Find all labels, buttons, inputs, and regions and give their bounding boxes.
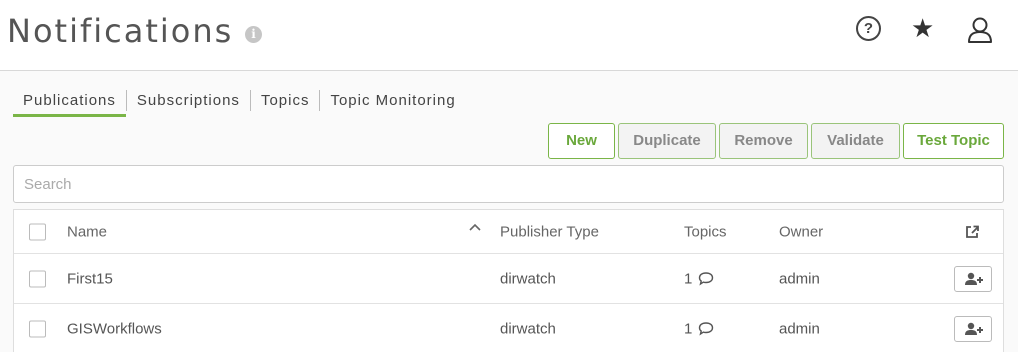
sort-ascending-icon[interactable] <box>469 222 481 234</box>
row-owner: admin <box>779 270 820 287</box>
validate-button[interactable]: Validate <box>811 123 900 159</box>
tab-topics[interactable]: Topics <box>249 90 320 111</box>
column-header-topics[interactable]: Topics <box>684 223 727 240</box>
table-row[interactable]: GISWorkflows dirwatch 1 admin <box>14 304 1003 352</box>
test-topic-button[interactable]: Test Topic <box>903 123 1004 159</box>
row-topics: 1 <box>684 270 714 287</box>
tab-bar: Publications Subscriptions Topics Topic … <box>13 90 466 117</box>
assign-user-button[interactable] <box>954 265 992 292</box>
assign-user-button[interactable] <box>954 315 992 342</box>
add-user-icon <box>965 322 983 335</box>
row-owner: admin <box>779 320 820 337</box>
row-topics-count: 1 <box>684 270 693 287</box>
info-icon[interactable]: i <box>245 26 262 43</box>
row-name[interactable]: GISWorkflows <box>67 320 162 337</box>
select-all-checkbox[interactable] <box>29 223 46 240</box>
new-button[interactable]: New <box>548 123 615 159</box>
add-user-icon <box>965 272 983 285</box>
column-header-owner[interactable]: Owner <box>779 223 823 240</box>
row-topics: 1 <box>684 320 714 337</box>
table-row[interactable]: First15 dirwatch 1 admin <box>14 254 1003 304</box>
duplicate-button[interactable]: Duplicate <box>618 123 716 159</box>
row-checkbox[interactable] <box>29 270 46 287</box>
main-content: Publications Subscriptions Topics Topic … <box>0 71 1018 352</box>
star-icon[interactable]: ★ <box>911 13 934 43</box>
top-bar: Notifications i ? ★ <box>0 0 1018 71</box>
row-publisher-type: dirwatch <box>500 320 556 337</box>
table-header-row: Name Publisher Type Topics Owner <box>14 210 1003 254</box>
page-title: Notifications <box>7 12 234 50</box>
row-name[interactable]: First15 <box>67 270 113 287</box>
column-header-name[interactable]: Name <box>67 223 107 240</box>
search-input[interactable] <box>13 165 1004 203</box>
comment-bubble-icon <box>699 271 714 285</box>
tab-subscriptions[interactable]: Subscriptions <box>125 90 250 111</box>
column-header-publisher-type[interactable]: Publisher Type <box>500 223 599 240</box>
toolbar: New Duplicate Remove Validate Test Topic <box>0 123 1018 159</box>
row-topics-count: 1 <box>684 320 693 337</box>
publications-table: Name Publisher Type Topics Owner First15… <box>13 209 1004 352</box>
help-icon[interactable]: ? <box>856 16 881 41</box>
tab-topic-monitoring[interactable]: Topic Monitoring <box>319 90 465 111</box>
row-publisher-type: dirwatch <box>500 270 556 287</box>
tab-publications[interactable]: Publications <box>13 90 126 117</box>
export-icon[interactable] <box>964 224 980 240</box>
user-icon[interactable] <box>966 16 994 44</box>
comment-bubble-icon <box>699 321 714 335</box>
remove-button[interactable]: Remove <box>719 123 808 159</box>
row-checkbox[interactable] <box>29 320 46 337</box>
